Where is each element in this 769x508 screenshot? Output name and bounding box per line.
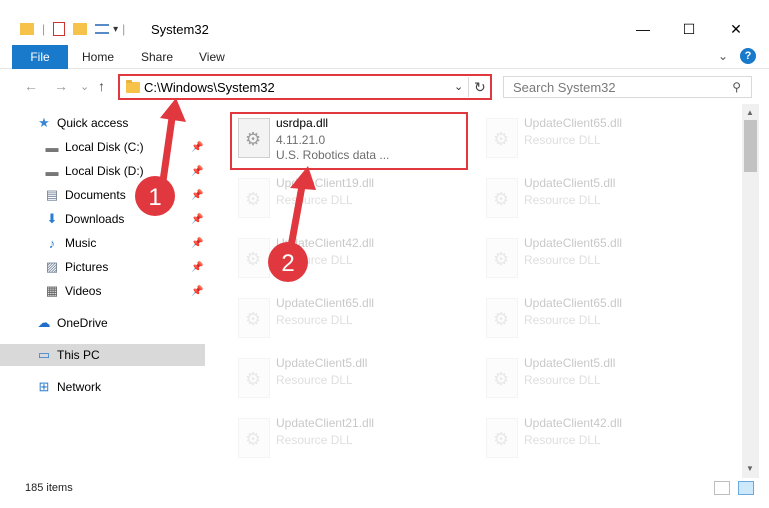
arrow-1: [158, 98, 186, 192]
step-2-number: 2: [281, 250, 294, 277]
step-1-number: 1: [148, 184, 161, 211]
arrow-2: [286, 166, 316, 256]
tutorial-annotations: 1 2: [135, 98, 316, 282]
